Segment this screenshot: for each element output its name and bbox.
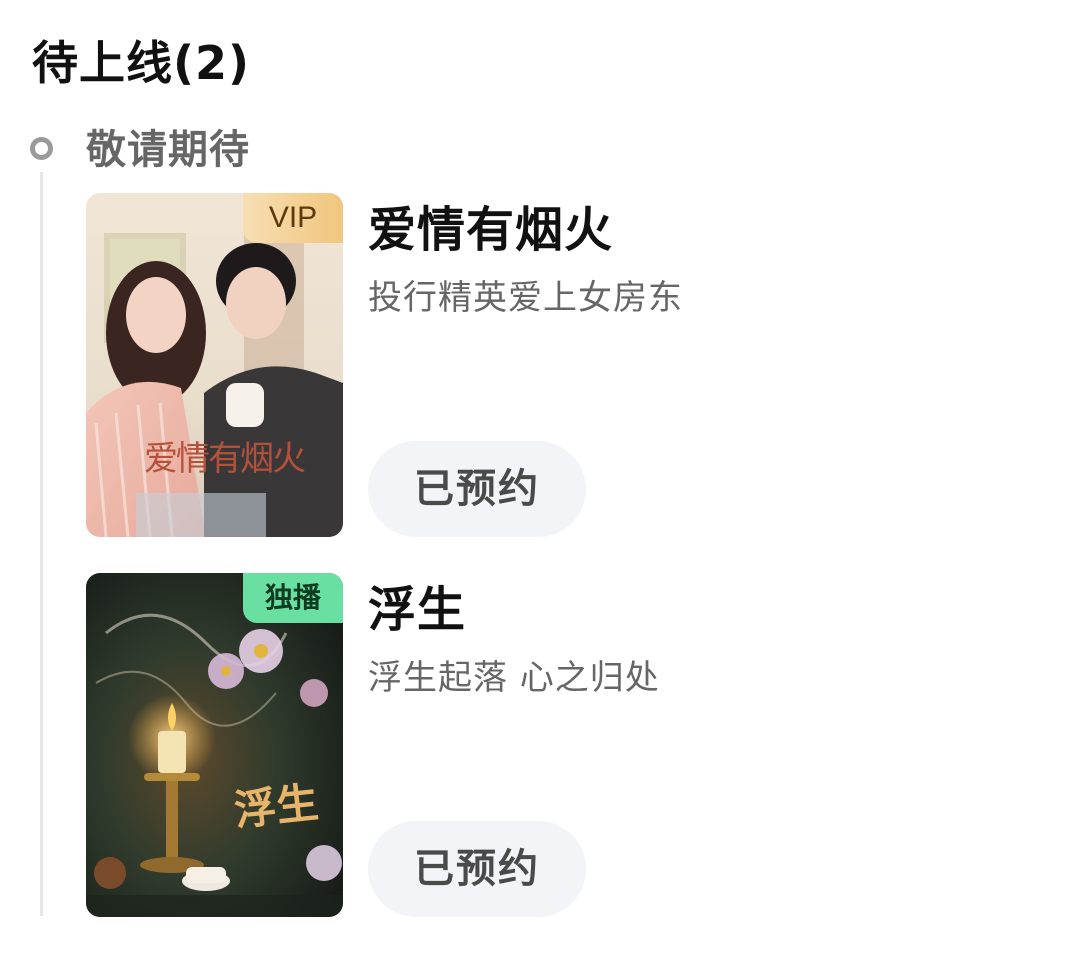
show-subtitle: 投行精英爱上女房东	[368, 278, 683, 318]
show-subtitle: 浮生起落 心之归处	[368, 658, 660, 698]
timeline-line	[40, 172, 43, 916]
group-label: 敬请期待	[86, 127, 250, 173]
show-title[interactable]: 浮生	[368, 577, 466, 643]
show-card[interactable]: 浮生 独播 浮生 浮生起落 心之归处 已预约	[86, 573, 1046, 917]
reserved-button[interactable]: 已预约	[368, 441, 586, 537]
show-poster[interactable]: 爱情有烟火 VIP	[86, 193, 343, 537]
poster-title-text: 爱情有烟火	[144, 439, 306, 479]
show-poster[interactable]: 浮生 独播	[86, 573, 343, 917]
reserved-button[interactable]: 已预约	[368, 821, 586, 917]
vip-badge: VIP	[243, 193, 343, 243]
poster-title-text: 浮生	[231, 777, 321, 836]
show-title[interactable]: 爱情有烟火	[368, 197, 613, 263]
exclusive-badge: 独播	[243, 573, 343, 623]
poster-image	[86, 573, 343, 917]
poster-image	[86, 193, 343, 537]
show-card[interactable]: 爱情有烟火 VIP 爱情有烟火 投行精英爱上女房东 已预约	[86, 193, 1046, 537]
timeline-dot	[30, 137, 53, 160]
section-title: 待上线(2)	[32, 36, 251, 90]
